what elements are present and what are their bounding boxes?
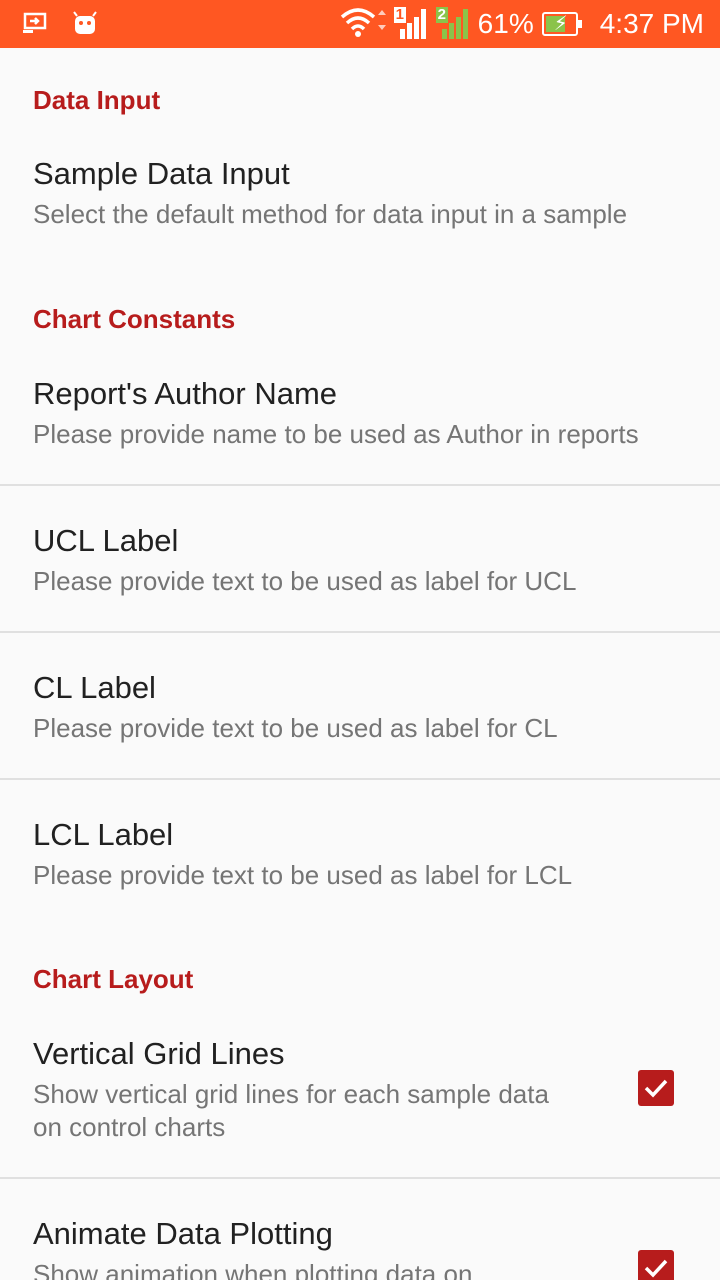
- status-bar: 1 2 61% ⚡ 4:37 PM: [0, 0, 720, 48]
- pref-title: LCL Label: [33, 817, 174, 852]
- pref-vertical-grid-lines[interactable]: Vertical Grid Lines Show vertical grid l…: [0, 1020, 720, 1177]
- checkmark-icon: [644, 1079, 668, 1098]
- checkmark-icon: [644, 1259, 668, 1278]
- android-icon: [72, 10, 98, 41]
- pref-summary: Please provide name to be used as Author…: [33, 419, 639, 449]
- pref-summary: Select the default method for data input…: [33, 199, 628, 229]
- category-data-input: Data Input: [33, 85, 161, 115]
- pref-animate-data-plotting[interactable]: Animate Data Plotting Show animation whe…: [0, 1200, 720, 1280]
- pref-summary: on control charts: [33, 1112, 226, 1142]
- divider: [0, 631, 720, 633]
- pref-summary: Show animation when plotting data on: [33, 1259, 473, 1280]
- clock: 4:37 PM: [599, 8, 704, 39]
- divider: [0, 484, 720, 486]
- wifi-icon: [340, 5, 386, 44]
- pref-sample-data-input[interactable]: Sample Data Input Select the default met…: [0, 140, 720, 250]
- signal-sim1-icon: 1: [393, 6, 428, 41]
- pref-lcl-label[interactable]: LCL Label Please provide text to be used…: [0, 801, 720, 925]
- animate-data-plotting-checkbox[interactable]: [638, 1250, 674, 1280]
- pref-title: UCL Label: [33, 523, 179, 558]
- pref-summary: Please provide text to be used as label …: [33, 713, 558, 743]
- category-chart-constants: Chart Constants: [33, 304, 236, 334]
- battery-percent: 61%: [477, 8, 534, 39]
- pref-title: Animate Data Plotting: [33, 1216, 333, 1251]
- pref-ucl-label[interactable]: UCL Label Please provide text to be used…: [0, 507, 720, 631]
- divider: [0, 1177, 720, 1179]
- sim2-label: 2: [435, 6, 449, 23]
- pref-title: Report's Author Name: [33, 376, 338, 411]
- pref-summary: Show vertical grid lines for each sample…: [33, 1079, 549, 1109]
- vertical-grid-lines-checkbox[interactable]: [638, 1070, 674, 1106]
- sim1-label: 1: [393, 6, 407, 23]
- pref-summary: Please provide text to be used as label …: [33, 566, 577, 596]
- divider: [0, 778, 720, 780]
- pref-cl-label[interactable]: CL Label Please provide text to be used …: [0, 654, 720, 778]
- pref-summary: Please provide text to be used as label …: [33, 860, 573, 890]
- category-chart-layout: Chart Layout: [33, 964, 194, 994]
- screen-cast-icon: [22, 10, 50, 41]
- pref-title: Vertical Grid Lines: [33, 1036, 285, 1071]
- battery-charging-icon: ⚡: [541, 12, 582, 36]
- signal-sim2-icon: 2: [435, 6, 470, 41]
- pref-title: Sample Data Input: [33, 156, 290, 191]
- pref-title: CL Label: [33, 670, 156, 705]
- pref-author-name[interactable]: Report's Author Name Please provide name…: [0, 360, 720, 484]
